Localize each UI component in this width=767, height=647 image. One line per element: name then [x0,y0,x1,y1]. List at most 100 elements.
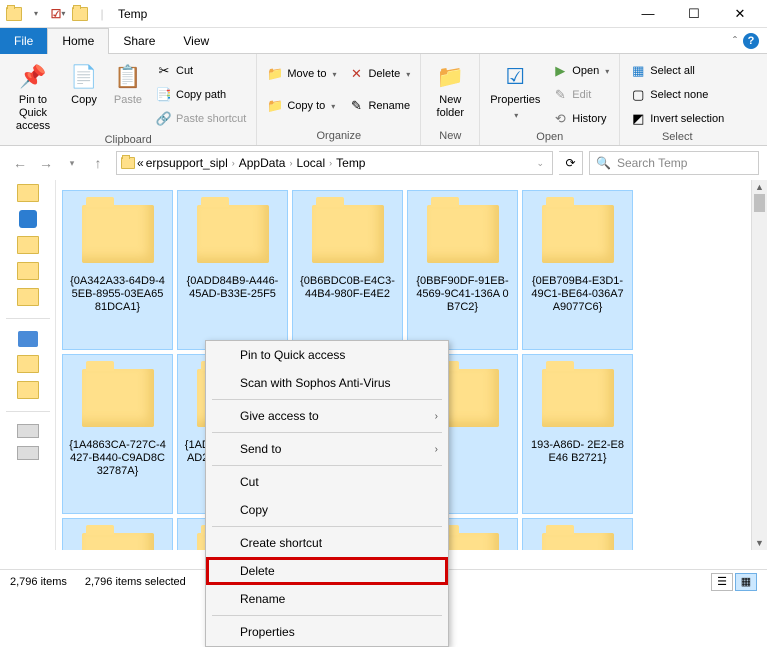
folder-item[interactable]: {0B6BDC0B-E4C3-44B4-980F-E4E2 [292,190,403,350]
tab-share[interactable]: Share [109,28,169,54]
search-input[interactable]: 🔍 Search Temp [589,151,759,175]
qat-dropdown-icon[interactable]: ▾ [26,4,46,24]
group-label-open: Open [486,130,613,145]
copy-path-button[interactable]: 📑Copy path [152,84,250,106]
tab-view[interactable]: View [169,28,223,54]
refresh-button[interactable]: ⟳ [559,151,583,175]
folder-item[interactable]: 193-A86D- 2E2-E8E46 B2721} [522,354,633,514]
properties-icon: ☑ [499,60,531,92]
nav-item[interactable] [17,381,39,399]
folder-item[interactable]: {0A342A33-64D9-45EB-8955-03EA6581DCA1} [62,190,173,350]
paste-shortcut-button[interactable]: 🔗Paste shortcut [152,108,250,130]
delete-button[interactable]: ✕Delete▾ [344,58,414,90]
folder-name: {0EB709B4-E3D1-49C1-BE64-036A7A9077C6} [527,275,628,314]
vertical-scrollbar[interactable]: ▲ ▼ [751,180,767,550]
breadcrumb-item[interactable]: erpsupport_sipl› [146,156,237,170]
view-icons-button[interactable]: ▦ [735,573,757,591]
context-menu: Pin to Quick access Scan with Sophos Ant… [205,340,449,647]
onedrive-icon[interactable] [19,210,37,228]
ribbon-collapse-icon[interactable]: ˆ [733,34,737,48]
edit-button[interactable]: ✎Edit [548,84,613,106]
select-all-button[interactable]: ▦Select all [626,60,728,82]
paste-shortcut-icon: 🔗 [156,111,172,127]
properties-button[interactable]: ☑ Properties▾ [486,56,544,122]
close-button[interactable]: ✕ [717,0,763,28]
folder-item[interactable]: {1C06A2BF-BD79-42B5-A90D-79D0DB3B9EAF} [62,518,173,550]
help-icon[interactable]: ? [743,33,759,49]
folder-item[interactable] [522,518,633,550]
rename-button[interactable]: ✎Rename [344,90,414,122]
tab-home[interactable]: Home [47,28,109,54]
ctx-delete[interactable]: Delete [206,557,448,585]
ctx-rename[interactable]: Rename [206,585,448,613]
folder-name: {1A4863CA-727C-4427-B440-C9AD8C32787A} [67,439,168,478]
status-selected-count: 2,796 items selected [85,576,186,588]
nav-item[interactable] [17,262,39,280]
folder-icon [312,205,384,263]
drive-icon[interactable] [17,446,39,460]
group-label-organize: Organize [263,129,414,145]
ctx-scan[interactable]: Scan with Sophos Anti-Virus [206,369,448,397]
breadcrumb-overflow[interactable]: « [137,156,144,170]
scroll-down-icon[interactable]: ▼ [752,536,767,550]
addr-dropdown-icon[interactable]: ⌄ [532,158,548,169]
ctx-properties[interactable]: Properties [206,618,448,646]
address-bar[interactable]: « erpsupport_sipl› AppData› Local› Temp … [116,151,553,175]
qat-folder-icon[interactable] [4,4,24,24]
copy-button[interactable]: 📄 Copy [64,56,104,107]
new-folder-button[interactable]: 📁 New folder [427,56,473,120]
breadcrumb-item[interactable]: Local› [296,156,334,170]
nav-item[interactable] [17,236,39,254]
nav-item[interactable] [17,288,39,306]
nav-history-dropdown[interactable]: ▾ [60,151,84,175]
qat-check-icon[interactable]: ☑▾ [48,4,68,24]
ctx-give-access[interactable]: Give access to› [206,402,448,430]
maximize-button[interactable]: ☐ [671,0,717,28]
ctx-create-shortcut[interactable]: Create shortcut [206,529,448,557]
ctx-divider [212,526,442,527]
invert-selection-button[interactable]: ◩Invert selection [626,108,728,130]
select-none-button[interactable]: ▢Select none [626,84,728,106]
folder-item[interactable]: {1A4863CA-727C-4427-B440-C9AD8C32787A} [62,354,173,514]
ribbon-group-select: ▦Select all ▢Select none ◩Invert selecti… [620,54,734,145]
history-button[interactable]: ⟲History [548,108,613,130]
ctx-send-to[interactable]: Send to› [206,435,448,463]
paste-button[interactable]: 📋 Paste [108,56,148,107]
scroll-thumb[interactable] [754,194,765,212]
folder-item[interactable]: {0ADD84B9-A446-45AD-B33E-25F5 [177,190,288,350]
moveto-icon: 📁 [267,66,283,82]
nav-back-button[interactable]: ← [8,151,32,175]
open-button[interactable]: ▶Open▾ [548,60,613,82]
edit-icon: ✎ [552,87,568,103]
qat-folder2-icon[interactable] [70,4,90,24]
ctx-pin[interactable]: Pin to Quick access [206,341,448,369]
ctx-cut[interactable]: Cut [206,468,448,496]
folder-name: 193-A86D- 2E2-E8E46 B2721} [527,439,628,465]
breadcrumb-item[interactable]: AppData› [239,156,295,170]
folder-item[interactable]: {0BBF90DF-91EB-4569-9C41-136A 0B7C2} [407,190,518,350]
nav-forward-button[interactable]: → [34,151,58,175]
nav-item[interactable] [17,184,39,202]
status-item-count: 2,796 items [10,576,67,588]
folder-name: {0BBF90DF-91EB-4569-9C41-136A 0B7C2} [412,275,513,314]
breadcrumb-item[interactable]: Temp [336,156,365,170]
folder-item[interactable]: {0EB709B4-E3D1-49C1-BE64-036A7A9077C6} [522,190,633,350]
ctx-divider [212,615,442,616]
nav-up-button[interactable]: ↑ [86,151,110,175]
invert-icon: ◩ [630,111,646,127]
cut-button[interactable]: ✂Cut [152,60,250,82]
pin-to-quick-access-button[interactable]: 📌 Pin to Quick access [6,56,60,133]
drive-icon[interactable] [17,424,39,438]
view-details-button[interactable]: ☰ [711,573,733,591]
move-to-button[interactable]: 📁Move to▾ [263,58,340,90]
minimize-button[interactable]: — [625,0,671,28]
thispc-icon[interactable] [18,331,38,347]
copy-to-button[interactable]: 📁Copy to▾ [263,90,340,122]
nav-pane[interactable] [0,180,56,550]
scroll-up-icon[interactable]: ▲ [752,180,767,194]
tab-file[interactable]: File [0,28,47,54]
addr-folder-icon [121,157,135,169]
nav-separator [6,411,50,412]
ctx-copy[interactable]: Copy [206,496,448,524]
nav-item[interactable] [17,355,39,373]
